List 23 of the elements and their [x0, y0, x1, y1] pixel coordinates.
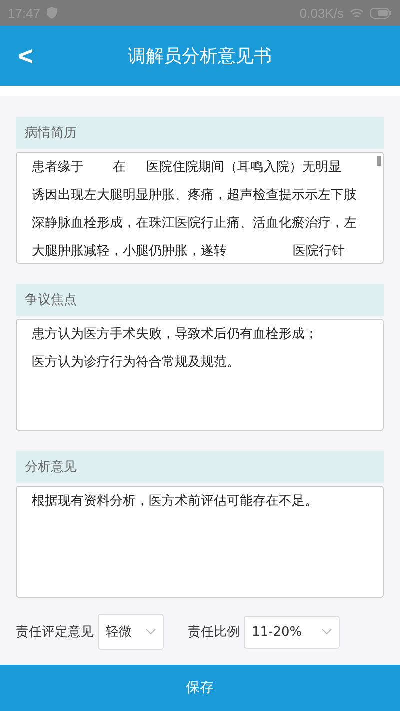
- text-line: 根据现有资料分析，医方术前评估可能存在不足。: [32, 493, 319, 511]
- text-line: 患者缘于 在 医院住院期间（耳鸣入院）无明显: [32, 159, 343, 177]
- page-title: 调解员分析意见书: [127, 45, 273, 68]
- section-header: 病情简历: [16, 117, 384, 149]
- battery-icon: [370, 8, 392, 18]
- text-area[interactable]: 患者缘于 在 医院住院期间（耳鸣入院）无明显 诱因出现左大腿明显肿胀、疼痛，超声检查提示示左下肢 深静脉血栓形成，在珠江医院行止痛、活血化瘀治疗，左 大腿肿胀减轻，小腿仍肿胀，遂转 医院行针: [16, 152, 384, 264]
- text-line: 诱因出现左大腿明显肿胀、疼痛，超声检查提示示左下肢: [32, 187, 358, 205]
- wifi-icon: [350, 8, 364, 18]
- text-line: 大腿肿胀减轻，小腿仍肿胀，遂转 医院行针: [32, 243, 346, 261]
- dropdown[interactable]: 11-20%: [244, 616, 340, 648]
- chevron-down-icon: [322, 629, 332, 635]
- field-label: 责任评定意见: [16, 624, 94, 641]
- chevron-down-icon: [146, 629, 156, 635]
- field-label: 责任比例: [188, 624, 240, 641]
- section-header: 分析意见: [16, 451, 384, 483]
- text-line: 深静脉血栓形成，在珠江医院行止痛、活血化瘀治疗，左: [32, 215, 358, 233]
- text-area[interactable]: 患方认为医方手术失败，导致术后仍有血栓形成； 医方认为诊疗行为符合常规及规范。: [16, 319, 384, 431]
- text-line: 医方认为诊疗行为符合常规及规范。: [32, 354, 241, 372]
- text-area[interactable]: 根据现有资料分析，医方术前评估可能存在不足。: [16, 486, 384, 598]
- shield-icon: [46, 7, 57, 19]
- dropdown[interactable]: 轻微: [98, 614, 164, 650]
- section-header: 争议焦点: [16, 284, 384, 316]
- text-line: 患方认为医方手术失败，导致术后仍有血栓形成；: [32, 326, 319, 344]
